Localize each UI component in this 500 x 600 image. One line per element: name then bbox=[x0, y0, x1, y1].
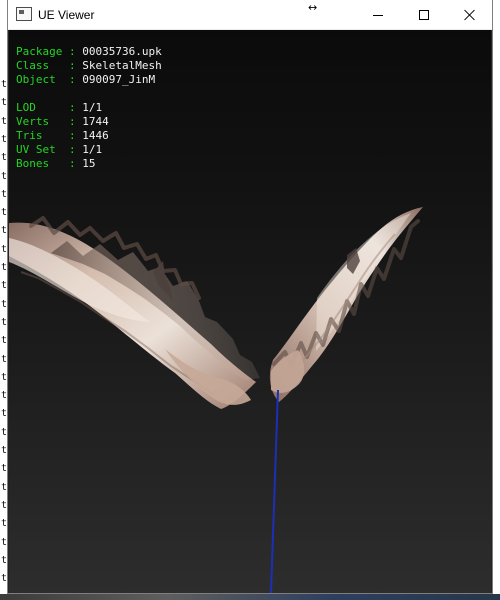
bone-axis-line bbox=[270, 389, 279, 593]
maximize-button[interactable] bbox=[401, 0, 447, 30]
info-label: Tris bbox=[16, 129, 63, 142]
desktop-background: tttttttttttttttttttttttttttt UE Viewer ↔ bbox=[0, 0, 500, 600]
info-separator: : bbox=[62, 59, 83, 72]
info-label: Object bbox=[16, 73, 63, 86]
info-value: 1/1 bbox=[82, 101, 103, 114]
maximize-icon bbox=[419, 10, 429, 20]
ue-viewer-window[interactable]: UE Viewer ↔ Package: 00035736.upk Class… bbox=[7, 0, 493, 594]
info-value: 090097_JinM bbox=[82, 73, 156, 86]
info-value: 1446 bbox=[82, 129, 109, 142]
info-label: UV Set bbox=[16, 143, 63, 156]
close-button[interactable] bbox=[447, 0, 492, 30]
app-window-icon bbox=[16, 7, 32, 21]
3d-viewport[interactable]: Package : 00035736.upk Class : SkeletalMe… bbox=[9, 30, 491, 593]
info-row: Verts : 1744 bbox=[16, 115, 162, 129]
info-label: Package bbox=[16, 45, 63, 58]
info-row: LOD : 1/1 bbox=[16, 101, 162, 115]
taskbar-edge bbox=[0, 594, 500, 600]
info-value: 00035736.upk bbox=[82, 45, 162, 58]
info-value: 1744 bbox=[82, 115, 109, 128]
info-separator: : bbox=[62, 45, 83, 58]
info-label: Verts bbox=[16, 115, 63, 128]
info-value: 1/1 bbox=[82, 143, 103, 156]
minimize-icon bbox=[373, 14, 383, 16]
mesh-info-panel: Package : 00035736.upk Class : SkeletalMe… bbox=[16, 45, 162, 171]
info-label: Bones bbox=[16, 157, 63, 170]
info-row: Package : 00035736.upk bbox=[16, 45, 162, 59]
window-titlebar[interactable]: UE Viewer ↔ bbox=[8, 0, 492, 30]
window-title: UE Viewer bbox=[38, 8, 95, 22]
close-icon bbox=[464, 9, 476, 21]
info-row: Bones : 15 bbox=[16, 157, 162, 171]
info-row: Class : SkeletalMesh bbox=[16, 59, 162, 73]
info-value: SkeletalMesh bbox=[82, 59, 162, 72]
info-separator: : bbox=[62, 73, 83, 86]
info-label: Class bbox=[16, 59, 63, 72]
info-row: UV Set : 1/1 bbox=[16, 143, 162, 157]
info-separator: : bbox=[62, 157, 83, 170]
info-label: LOD bbox=[16, 101, 63, 114]
info-separator: : bbox=[62, 143, 83, 156]
info-value: 15 bbox=[82, 157, 96, 170]
horizontal-resize-icon: ↔ bbox=[308, 1, 318, 14]
info-row: Tris : 1446 bbox=[16, 129, 162, 143]
info-separator: : bbox=[62, 115, 83, 128]
info-separator: : bbox=[62, 101, 83, 114]
right-wing bbox=[269, 207, 423, 402]
minimize-button[interactable] bbox=[355, 0, 401, 30]
info-separator: : bbox=[62, 129, 83, 142]
info-row: Object : 090097_JinM bbox=[16, 73, 162, 87]
left-wing bbox=[9, 216, 260, 409]
